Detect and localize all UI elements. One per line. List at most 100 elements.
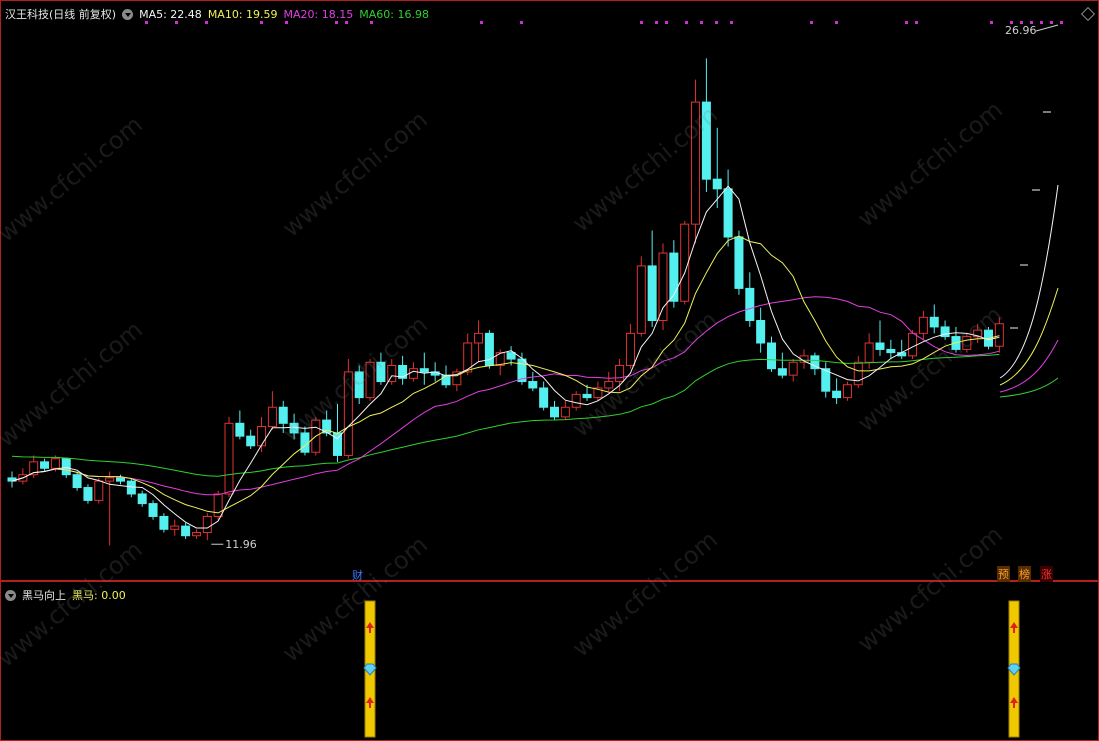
event-dot — [640, 21, 643, 24]
high-price-label: 26.96 — [1005, 24, 1037, 37]
event-dot — [1010, 21, 1013, 24]
candle-down — [181, 525, 191, 537]
candle-down — [745, 287, 755, 322]
candle-up — [224, 422, 234, 495]
candle-down — [72, 474, 82, 489]
kline-chart[interactable]: 26.96 11.96 — [0, 0, 1099, 741]
event-dot — [835, 21, 838, 24]
candle-down — [875, 342, 885, 350]
candle-up — [267, 406, 277, 428]
event-dot — [345, 21, 348, 24]
event-dot — [175, 21, 178, 24]
candle-up — [604, 381, 614, 389]
ma5-projection — [999, 184, 1059, 379]
candle-down — [756, 320, 766, 344]
candle-up — [202, 515, 212, 534]
candle-up — [994, 323, 1004, 347]
candle-down — [647, 265, 657, 322]
candle-up — [408, 368, 418, 379]
candle-down — [354, 371, 364, 399]
event-dot — [285, 21, 288, 24]
tag-yu[interactable]: 预 — [997, 566, 1010, 582]
candle-down — [528, 381, 538, 389]
event-dot — [730, 21, 733, 24]
candle-down — [289, 422, 299, 434]
candle-up — [680, 223, 690, 302]
candle-down — [767, 342, 776, 370]
ma5-line — [11, 185, 1000, 529]
candle-down — [832, 390, 842, 399]
event-dot — [1040, 21, 1043, 24]
candle-down — [40, 461, 50, 469]
event-dot — [715, 21, 718, 24]
candle-down — [376, 361, 386, 383]
candle-up — [636, 265, 646, 334]
candle-up — [560, 406, 570, 418]
candle-up — [343, 371, 353, 456]
candle-down — [83, 487, 93, 501]
candle-down — [278, 406, 288, 424]
candle-down — [777, 368, 787, 376]
candle-down — [159, 515, 169, 530]
candle-up — [962, 336, 972, 350]
candle-up — [94, 480, 104, 501]
candle-down — [246, 435, 256, 447]
candle-down — [701, 101, 711, 180]
event-dot — [370, 21, 373, 24]
candle-down — [550, 406, 559, 418]
candle-up — [615, 364, 625, 383]
event-dot — [260, 21, 263, 24]
candle-down — [723, 188, 733, 238]
event-dot — [700, 21, 703, 24]
candle-down — [734, 236, 744, 289]
candle-down — [137, 493, 147, 505]
candle-up — [788, 361, 798, 376]
candle-up — [191, 532, 201, 537]
event-dot — [665, 21, 668, 24]
candle-up — [625, 332, 635, 366]
candle-down — [712, 178, 722, 190]
event-dot — [810, 21, 813, 24]
candle-down — [148, 503, 158, 517]
candle-down — [61, 458, 71, 476]
candle-up — [257, 426, 267, 447]
candle-up — [908, 332, 918, 357]
ma60-projection — [999, 377, 1059, 398]
event-dot — [915, 21, 918, 24]
candle-down — [582, 393, 592, 399]
candle-up — [105, 477, 115, 482]
tag-bang[interactable]: 榜 — [1018, 566, 1031, 582]
event-dot — [990, 21, 993, 24]
candle-down — [441, 374, 451, 386]
candle-down — [539, 387, 549, 408]
event-dot — [685, 21, 688, 24]
candle-down — [300, 432, 310, 453]
cai-marker[interactable]: 财 — [352, 567, 363, 583]
candle-down — [116, 477, 125, 482]
candle-up — [387, 364, 397, 383]
event-dot — [1060, 21, 1063, 24]
candle-up — [170, 525, 180, 530]
event-dot — [145, 21, 148, 24]
ma60-line — [11, 353, 1000, 477]
high-pointer — [1035, 24, 1059, 32]
candle-up — [918, 316, 928, 334]
event-dot — [1020, 21, 1023, 24]
candle-down — [506, 352, 516, 360]
low-price-label: 11.96 — [225, 538, 256, 551]
candle-up — [842, 384, 852, 399]
candle-down — [333, 432, 342, 456]
event-dot — [335, 21, 338, 24]
candle-down — [929, 316, 939, 328]
candle-up — [474, 332, 484, 344]
tag-zhang[interactable]: 涨 — [1040, 566, 1053, 582]
ma10-line — [11, 235, 1000, 514]
candle-down — [419, 368, 429, 373]
candle-up — [50, 458, 60, 469]
event-dot — [520, 21, 523, 24]
event-dot — [480, 21, 483, 24]
event-dot — [205, 21, 208, 24]
candle-down — [235, 422, 245, 437]
candle-up — [365, 361, 375, 399]
event-dot — [905, 21, 908, 24]
